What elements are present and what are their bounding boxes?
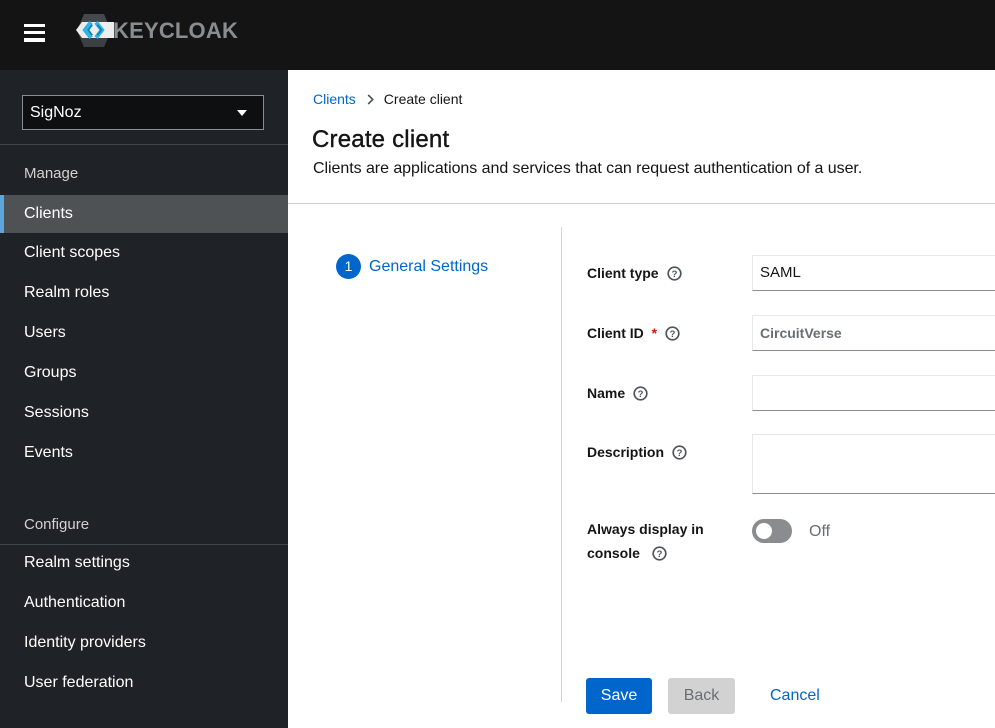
svg-text:?: ? (656, 549, 662, 560)
svg-text:KEYCLOAK: KEYCLOAK (113, 18, 238, 43)
svg-text:?: ? (670, 329, 676, 340)
svg-text:?: ? (677, 448, 683, 459)
svg-text:?: ? (638, 389, 644, 400)
svg-text:?: ? (671, 269, 677, 280)
